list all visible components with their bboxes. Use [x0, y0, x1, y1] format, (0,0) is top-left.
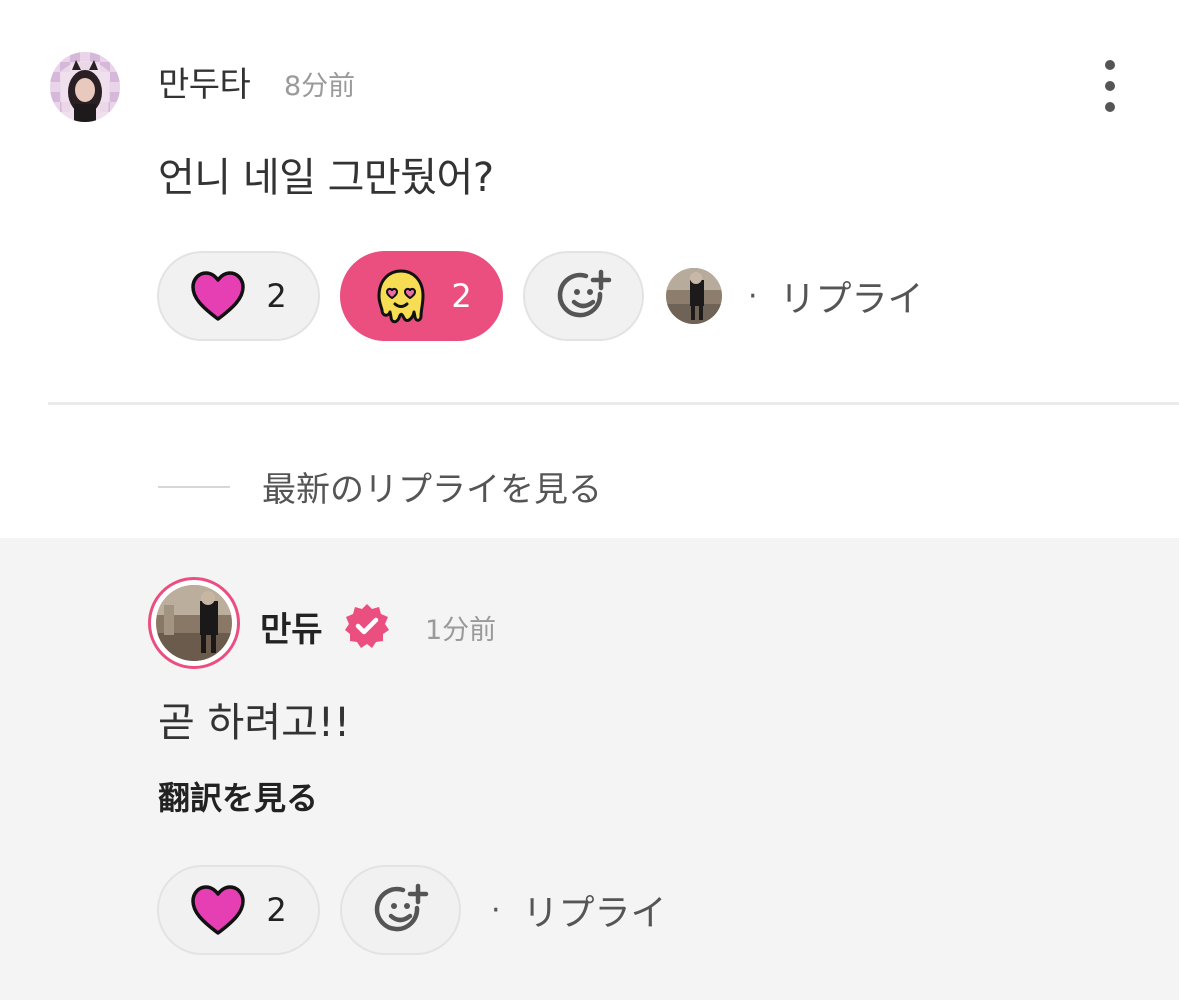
reply-label: リプライ [522, 893, 667, 934]
reaction-count: 2 [451, 277, 472, 315]
separator-dot: · [491, 892, 501, 928]
comment-body: 언니 네일 그만뒀어? [158, 155, 494, 201]
timestamp: 8分前 [284, 71, 356, 102]
reaction-count: 2 [266, 891, 287, 929]
divider [48, 402, 1179, 405]
avatar[interactable] [148, 577, 240, 669]
verified-badge-icon [345, 604, 389, 648]
reply-button[interactable]: · リプライ [748, 270, 924, 322]
add-reaction-button[interactable] [340, 865, 461, 955]
add-emoji-icon [557, 269, 611, 318]
heart-icon [191, 885, 246, 935]
more-options-icon[interactable] [1090, 60, 1130, 112]
add-emoji-icon [374, 883, 428, 932]
comment-thread: 만두타 8分前 언니 네일 그만뒀어? 2 2 · リプライ 最新のリプライを見… [0, 0, 1179, 1000]
melting-heart-eyes-emoji-icon [377, 269, 425, 324]
separator-dot: · [748, 278, 758, 314]
add-reaction-button[interactable] [523, 251, 644, 341]
username[interactable]: 만두타 [158, 57, 251, 106]
reaction-bar: 2 2 · リプライ [157, 251, 924, 341]
avatar[interactable] [50, 52, 120, 122]
username[interactable]: 만듀 [260, 602, 323, 651]
view-translation-button[interactable]: 翻訳を見る [158, 773, 318, 819]
timestamp: 1分前 [425, 615, 497, 646]
reply-body: 곧 하려고!! [158, 700, 350, 746]
heart-reaction-button[interactable]: 2 [157, 865, 320, 955]
reply-button[interactable]: · リプライ [491, 884, 667, 936]
replier-avatar[interactable] [666, 268, 722, 324]
heart-icon [191, 271, 246, 321]
emoji-reaction-button-selected[interactable]: 2 [340, 251, 503, 341]
reaction-bar: 2 · リプライ [157, 865, 667, 955]
reaction-count: 2 [266, 277, 287, 315]
comment: 만두타 8分前 언니 네일 그만뒀어? 2 2 · リプライ [0, 0, 1179, 405]
heart-reaction-button[interactable]: 2 [157, 251, 320, 341]
view-latest-replies-button[interactable]: 最新のリプライを見る [158, 462, 602, 511]
view-latest-label: 最新のリプライを見る [262, 470, 602, 510]
decorative-line [158, 485, 230, 488]
reply-label: リプライ [779, 279, 924, 320]
